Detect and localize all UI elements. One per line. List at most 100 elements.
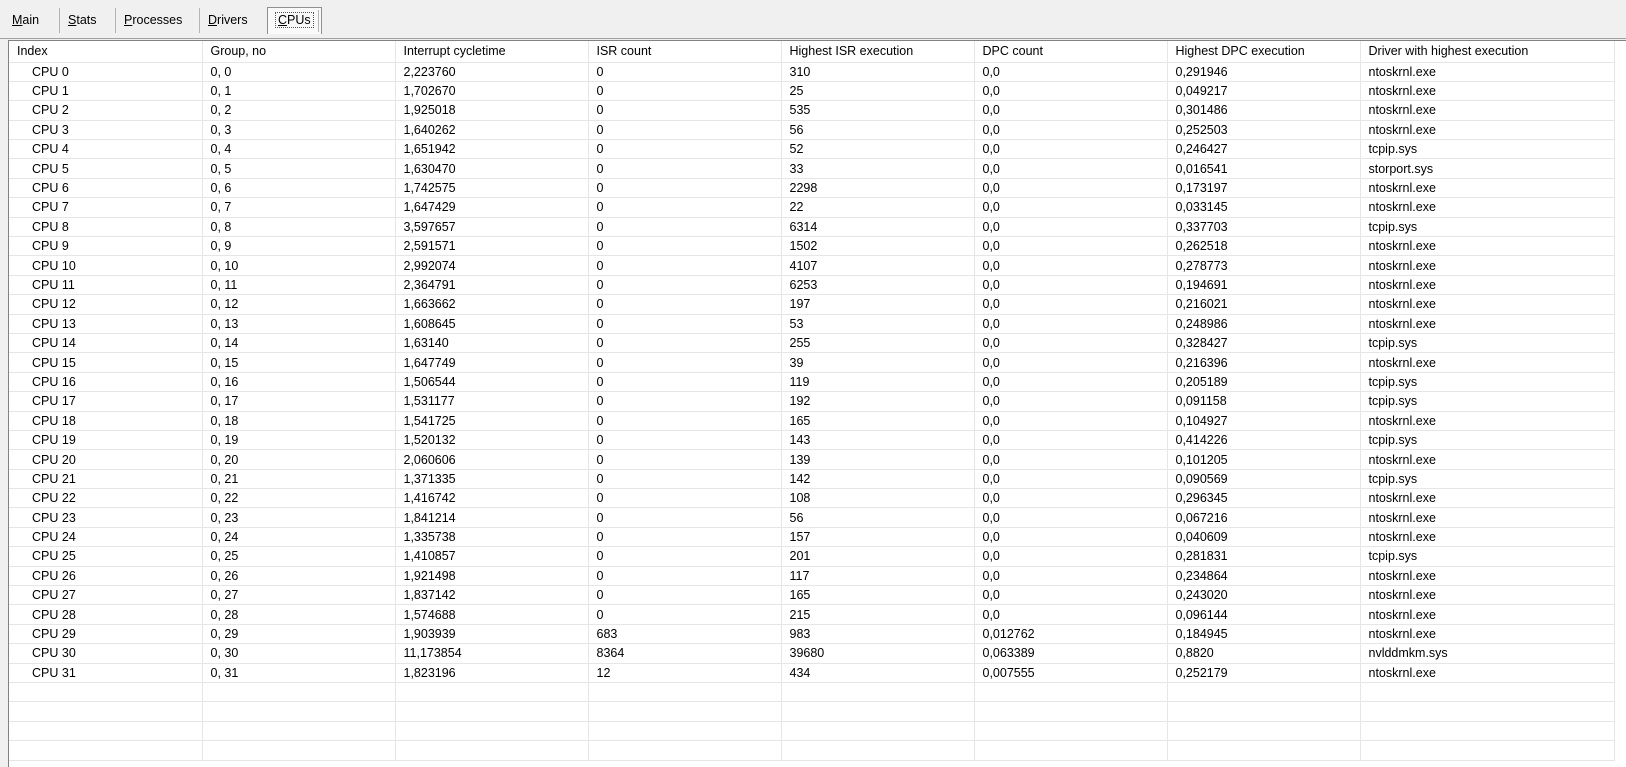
table-cell: 0,246427 bbox=[1167, 139, 1361, 160]
tab-processes-label: Processes bbox=[124, 13, 183, 27]
table-cell: 0, 9 bbox=[202, 236, 396, 257]
table-cell: CPU 15 bbox=[9, 352, 203, 373]
empty-cell bbox=[974, 721, 1168, 742]
cpu-table-view[interactable]: Index Group, no Interrupt cycletime ISR cou… bbox=[8, 40, 1626, 767]
table-row[interactable]: CPU 31 0, 31 1,823196 12 434 0,007555 0,252179… bbox=[9, 663, 1615, 684]
empty-row bbox=[9, 721, 1615, 742]
empty-cell bbox=[974, 682, 1168, 703]
table-row[interactable]: CPU 24 0, 24 1,335738 0 157 0,0 0,040609 ntoskr… bbox=[9, 527, 1615, 548]
table-row[interactable]: CPU 11 0, 11 2,364791 0 6253 0,0 0,194691 ntosk… bbox=[9, 275, 1615, 296]
table-cell: 0, 19 bbox=[202, 430, 396, 451]
tab-stats[interactable]: Stats bbox=[59, 8, 105, 33]
tab-main[interactable]: Main bbox=[4, 8, 47, 33]
table-row[interactable]: CPU 17 0, 17 1,531177 0 192 0,0 0,091158 tcpip.… bbox=[9, 391, 1615, 412]
column-header[interactable]: Highest ISR execution bbox=[781, 41, 975, 63]
table-row[interactable]: CPU 2 0, 2 1,925018 0 535 0,0 0,301486 ntoskrnl… bbox=[9, 100, 1615, 121]
empty-cell bbox=[395, 721, 589, 742]
table-cell: 201 bbox=[781, 546, 975, 567]
empty-cell bbox=[395, 701, 589, 722]
table-cell: 6314 bbox=[781, 217, 975, 238]
tab-cpus[interactable]: CPUs bbox=[267, 7, 322, 34]
table-row[interactable]: CPU 5 0, 5 1,630470 0 33 0,0 0,016541 storport.… bbox=[9, 158, 1615, 179]
table-row[interactable]: CPU 9 0, 9 2,591571 0 1502 0,0 0,262518 ntoskrn… bbox=[9, 236, 1615, 257]
table-row[interactable]: CPU 18 0, 18 1,541725 0 165 0,0 0,104927 ntoskr… bbox=[9, 411, 1615, 431]
table-cell: CPU 9 bbox=[9, 236, 203, 257]
table-cell: 11,173854 bbox=[395, 643, 589, 664]
table-row[interactable]: CPU 13 0, 13 1,608645 0 53 0,0 0,248986 ntoskrn… bbox=[9, 314, 1615, 334]
table-cell: 0,101205 bbox=[1167, 449, 1361, 470]
table-row[interactable]: CPU 1 0, 1 1,702670 0 25 0,0 0,049217 ntoskrnl.… bbox=[9, 81, 1615, 102]
table-cell: 0 bbox=[588, 197, 782, 218]
column-header[interactable]: Highest DPC execution bbox=[1167, 41, 1361, 63]
table-row[interactable]: CPU 28 0, 28 1,574688 0 215 0,0 0,096144 ntoskr… bbox=[9, 604, 1615, 625]
column-header[interactable]: Driver with highest execution bbox=[1360, 41, 1615, 63]
column-header[interactable]: Index bbox=[9, 41, 203, 63]
table-row[interactable]: CPU 27 0, 27 1,837142 0 165 0,0 0,243020 ntoskr… bbox=[9, 585, 1615, 606]
table-cell: 53 bbox=[781, 314, 975, 334]
tab-drivers[interactable]: Drivers bbox=[199, 8, 256, 33]
table-row[interactable]: CPU 8 0, 8 3,597657 0 6314 0,0 0,337703 tcpip.s… bbox=[9, 217, 1615, 238]
table-cell: 2,992074 bbox=[395, 255, 589, 276]
table-cell: 0,012762 bbox=[974, 624, 1168, 645]
table-row[interactable]: CPU 7 0, 7 1,647429 0 22 0,0 0,033145 ntoskrnl.… bbox=[9, 197, 1615, 218]
table-row[interactable]: CPU 3 0, 3 1,640262 0 56 0,0 0,252503 ntoskrnl.… bbox=[9, 120, 1615, 141]
table-cell: 56 bbox=[781, 120, 975, 141]
table-header-row: Index Group, no Interrupt cycletime ISR cou… bbox=[9, 41, 1615, 63]
table-row[interactable]: CPU 0 0, 0 2,223760 0 310 0,0 0,291946 ntoskrnl… bbox=[9, 62, 1615, 82]
table-row[interactable]: CPU 16 0, 16 1,506544 0 119 0,0 0,205189 tcpip.… bbox=[9, 372, 1615, 393]
table-cell: 25 bbox=[781, 81, 975, 102]
table-row[interactable]: CPU 4 0, 4 1,651942 0 52 0,0 0,246427 tcpip.sys bbox=[9, 139, 1615, 160]
tab-stats-label: Stats bbox=[68, 13, 97, 27]
table-row[interactable]: CPU 15 0, 15 1,647749 0 39 0,0 0,216396 ntoskrn… bbox=[9, 352, 1615, 373]
column-header[interactable]: ISR count bbox=[588, 41, 782, 63]
table-row[interactable]: CPU 12 0, 12 1,663662 0 197 0,0 0,216021 ntoskr… bbox=[9, 294, 1615, 315]
column-header[interactable]: Group, no bbox=[202, 41, 396, 63]
table-row[interactable]: CPU 20 0, 20 2,060606 0 139 0,0 0,101205 ntoskr… bbox=[9, 449, 1615, 470]
table-cell: 0,0 bbox=[974, 527, 1168, 548]
table-row[interactable]: CPU 6 0, 6 1,742575 0 2298 0,0 0,173197 ntoskrn… bbox=[9, 178, 1615, 199]
table-cell: 0,0 bbox=[974, 604, 1168, 625]
table-row[interactable]: CPU 21 0, 21 1,371335 0 142 0,0 0,090569 tcpip.… bbox=[9, 469, 1615, 490]
table-cell: 52 bbox=[781, 139, 975, 160]
table-row[interactable]: CPU 29 0, 29 1,903939 683 983 0,012762 0,18494… bbox=[9, 624, 1615, 645]
table-row[interactable]: CPU 10 0, 10 2,992074 0 4107 0,0 0,278773 ntosk… bbox=[9, 255, 1615, 276]
table-cell: 1,663662 bbox=[395, 294, 589, 315]
table-row[interactable]: CPU 23 0, 23 1,841214 0 56 0,0 0,067216 ntoskrn… bbox=[9, 507, 1615, 528]
column-header[interactable]: DPC count bbox=[974, 41, 1168, 63]
table-row[interactable]: CPU 22 0, 22 1,416742 0 108 0,0 0,296345 ntoskr… bbox=[9, 488, 1615, 509]
table-row[interactable]: CPU 14 0, 14 1,63140 0 255 0,0 0,328427 tcpip.s… bbox=[9, 333, 1615, 354]
table-cell: 0,0 bbox=[974, 236, 1168, 257]
table-cell: 0,0 bbox=[974, 546, 1168, 567]
empty-cell bbox=[1360, 682, 1615, 703]
empty-cell bbox=[781, 740, 975, 761]
table-cell: 0 bbox=[588, 372, 782, 393]
table-cell: ntoskrnl.exe bbox=[1360, 255, 1615, 276]
table-row[interactable]: CPU 25 0, 25 1,410857 0 201 0,0 0,281831 tcpip.… bbox=[9, 546, 1615, 567]
table-cell: 0, 17 bbox=[202, 391, 396, 412]
table-row[interactable]: CPU 30 0, 30 11,173854 8364 39680 0,063389 0,8… bbox=[9, 643, 1615, 664]
table-cell: 0, 26 bbox=[202, 566, 396, 587]
table-cell: ntoskrnl.exe bbox=[1360, 449, 1615, 470]
table-cell: 0,096144 bbox=[1167, 604, 1361, 625]
table-cell: tcpip.sys bbox=[1360, 546, 1615, 567]
table-cell: ntoskrnl.exe bbox=[1360, 120, 1615, 141]
column-header[interactable]: Interrupt cycletime bbox=[395, 41, 589, 63]
tab-processes[interactable]: Processes bbox=[115, 8, 190, 33]
table-cell: 0,0 bbox=[974, 314, 1168, 334]
table-row[interactable]: CPU 19 0, 19 1,520132 0 143 0,0 0,414226 tcpip.… bbox=[9, 430, 1615, 451]
table-cell: CPU 2 bbox=[9, 100, 203, 121]
table-cell: ntoskrnl.exe bbox=[1360, 507, 1615, 528]
empty-cell bbox=[395, 682, 589, 703]
table-row[interactable]: CPU 26 0, 26 1,921498 0 117 0,0 0,234864 ntoskr… bbox=[9, 566, 1615, 587]
empty-cell bbox=[202, 701, 396, 722]
table-cell: 0 bbox=[588, 333, 782, 354]
table-cell: 0,016541 bbox=[1167, 158, 1361, 179]
empty-cell bbox=[588, 721, 782, 742]
table-cell: 2298 bbox=[781, 178, 975, 199]
table-cell: 1502 bbox=[781, 236, 975, 257]
table-cell: 1,371335 bbox=[395, 469, 589, 490]
table-cell: 0 bbox=[588, 178, 782, 199]
table-cell: 1,63140 bbox=[395, 333, 589, 354]
table-cell: CPU 16 bbox=[9, 372, 203, 393]
table-cell: 0,0 bbox=[974, 139, 1168, 160]
